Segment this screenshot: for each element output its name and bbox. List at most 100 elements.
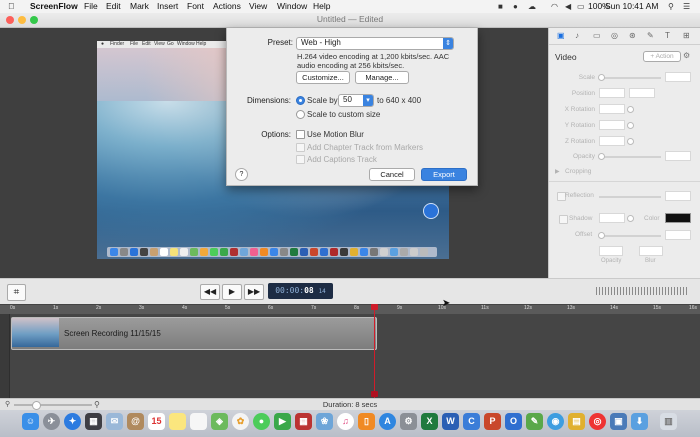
menu-window[interactable]: Window bbox=[277, 1, 307, 11]
menu-actions[interactable]: Actions bbox=[213, 1, 241, 11]
menu-app-screenflow[interactable]: ScreenFlow bbox=[30, 1, 78, 11]
screenflow-icon[interactable]: ◉ bbox=[547, 413, 564, 430]
scale-by-radio[interactable] bbox=[296, 96, 305, 105]
z-rotation-field[interactable] bbox=[599, 136, 625, 146]
iphoto-icon[interactable]: ❀ bbox=[316, 413, 333, 430]
outlook-icon[interactable]: C bbox=[463, 413, 480, 430]
menu-view[interactable]: View bbox=[249, 1, 267, 11]
menu-edit[interactable]: Edit bbox=[106, 1, 121, 11]
menu-insert[interactable]: Insert bbox=[157, 1, 178, 11]
opacity-slider-knob[interactable] bbox=[598, 153, 605, 160]
offset-field[interactable] bbox=[665, 230, 691, 240]
system-preferences-icon[interactable]: ⚙ bbox=[400, 413, 417, 430]
preset-select[interactable]: Web - High ⇕ bbox=[296, 37, 454, 50]
notes-icon[interactable] bbox=[169, 413, 186, 430]
playhead-bottom-handle[interactable] bbox=[371, 391, 378, 397]
scale-slider[interactable] bbox=[599, 77, 661, 79]
scale-value-combo[interactable]: 50 ▾ bbox=[338, 94, 374, 107]
playhead[interactable] bbox=[374, 305, 375, 398]
messages-icon[interactable]: ● bbox=[253, 413, 270, 430]
menu-font[interactable]: Font bbox=[187, 1, 204, 11]
downloads-folder-icon[interactable]: ⬇ bbox=[631, 413, 648, 430]
app-store-icon[interactable]: A bbox=[379, 413, 396, 430]
custom-size-radio[interactable] bbox=[296, 110, 305, 119]
y-rotation-field[interactable] bbox=[599, 120, 625, 130]
audio-properties-icon[interactable]: ♪ bbox=[575, 31, 579, 40]
utility-icon[interactable]: ✎ bbox=[526, 413, 543, 430]
opacity-slider[interactable] bbox=[599, 156, 661, 158]
finder-icon[interactable]: ☺ bbox=[22, 413, 39, 430]
reflection-field[interactable] bbox=[665, 191, 691, 201]
help-button[interactable]: ? bbox=[235, 168, 248, 181]
trash-icon[interactable]: ▥ bbox=[660, 413, 677, 430]
screen-recording-properties-icon[interactable]: ▭ bbox=[593, 31, 601, 40]
scale-slider-knob[interactable] bbox=[598, 74, 605, 81]
spotlight-icon[interactable]: ⚲ bbox=[668, 2, 674, 11]
shadow-angle-field[interactable] bbox=[599, 213, 625, 223]
touch-callout-icon[interactable]: ⊛ bbox=[629, 31, 636, 40]
media-library-icon[interactable]: ⊞ bbox=[683, 31, 690, 40]
opacity-field[interactable] bbox=[665, 151, 691, 161]
manage-button[interactable]: Manage... bbox=[355, 71, 409, 84]
screen-recording-icon[interactable]: ■ bbox=[498, 2, 503, 11]
x-rotation-field[interactable] bbox=[599, 104, 625, 114]
mission-control-icon[interactable]: ▦ bbox=[85, 413, 102, 430]
contacts-icon[interactable]: ✉ bbox=[106, 413, 123, 430]
contacts-book-icon[interactable]: @ bbox=[127, 413, 144, 430]
motion-blur-checkbox[interactable] bbox=[296, 130, 305, 139]
preview-icon[interactable]: ▣ bbox=[610, 413, 627, 430]
word-icon[interactable]: W bbox=[442, 413, 459, 430]
battery-icon[interactable]: ▭ bbox=[577, 2, 585, 11]
notification-center-icon[interactable]: ☰ bbox=[683, 2, 690, 11]
annotations-icon[interactable]: ✎ bbox=[647, 31, 654, 40]
x-rotation-dial[interactable] bbox=[627, 106, 634, 113]
menu-help[interactable]: Help bbox=[313, 1, 330, 11]
photos-icon[interactable]: ✿ bbox=[232, 413, 249, 430]
ibooks-icon[interactable]: ▯ bbox=[358, 413, 375, 430]
scale-field[interactable] bbox=[665, 72, 691, 82]
fast-forward-button[interactable]: ▶▶ bbox=[244, 284, 264, 300]
shadow-checkbox[interactable] bbox=[559, 215, 568, 224]
offset-slider-knob[interactable] bbox=[598, 232, 605, 239]
y-rotation-dial[interactable] bbox=[627, 122, 634, 129]
offset-slider[interactable] bbox=[599, 235, 661, 237]
playhead-handle[interactable] bbox=[371, 304, 378, 310]
archive-icon[interactable]: ▤ bbox=[568, 413, 585, 430]
disclosure-triangle-icon[interactable]: ▶ bbox=[555, 168, 560, 175]
photo-booth-icon[interactable]: ▦ bbox=[295, 413, 312, 430]
wifi-icon[interactable]: ◠ bbox=[551, 2, 558, 11]
reflection-slider[interactable] bbox=[599, 196, 661, 198]
clock[interactable]: Sun 10:41 AM bbox=[605, 1, 658, 11]
position-x-field[interactable] bbox=[599, 88, 625, 98]
shadow-blur-field[interactable] bbox=[639, 246, 663, 256]
cloud-icon[interactable]: ☁ bbox=[528, 2, 536, 11]
excel-icon[interactable]: X bbox=[421, 413, 438, 430]
customize-button[interactable]: Customize... bbox=[296, 71, 350, 84]
shadow-angle-dial[interactable] bbox=[627, 215, 634, 222]
add-action-button[interactable]: + Action bbox=[643, 51, 681, 62]
menu-mark[interactable]: Mark bbox=[130, 1, 149, 11]
facetime-icon[interactable]: ▶ bbox=[274, 413, 291, 430]
cancel-button[interactable]: Cancel bbox=[369, 168, 415, 181]
crop-icon[interactable]: ⌗ bbox=[7, 284, 26, 301]
powerpoint-icon[interactable]: P bbox=[484, 413, 501, 430]
menu-file[interactable]: File bbox=[84, 1, 98, 11]
volume-icon[interactable]: ◀ bbox=[565, 2, 571, 11]
onenote-icon[interactable]: O bbox=[505, 413, 522, 430]
shadow-opacity-field[interactable] bbox=[599, 246, 623, 256]
play-button[interactable]: ▶ bbox=[222, 284, 242, 300]
rewind-button[interactable]: ◀◀ bbox=[200, 284, 220, 300]
position-y-field[interactable] bbox=[629, 88, 655, 98]
gear-icon[interactable]: ⚙ bbox=[683, 51, 690, 60]
itunes-icon[interactable]: ♫ bbox=[337, 413, 354, 430]
text-properties-icon[interactable]: T bbox=[665, 31, 670, 40]
maps-icon[interactable]: ◈ bbox=[211, 413, 228, 430]
callout-properties-icon[interactable]: ◎ bbox=[611, 31, 618, 40]
apple-menu[interactable]:  bbox=[8, 1, 14, 11]
shadow-color-well[interactable] bbox=[665, 213, 691, 223]
reminders-icon[interactable] bbox=[190, 413, 207, 430]
z-rotation-dial[interactable] bbox=[627, 138, 634, 145]
export-button[interactable]: Export bbox=[421, 168, 467, 181]
calendar-icon[interactable]: 15 bbox=[148, 413, 165, 430]
video-properties-icon[interactable]: ▣ bbox=[557, 31, 565, 40]
